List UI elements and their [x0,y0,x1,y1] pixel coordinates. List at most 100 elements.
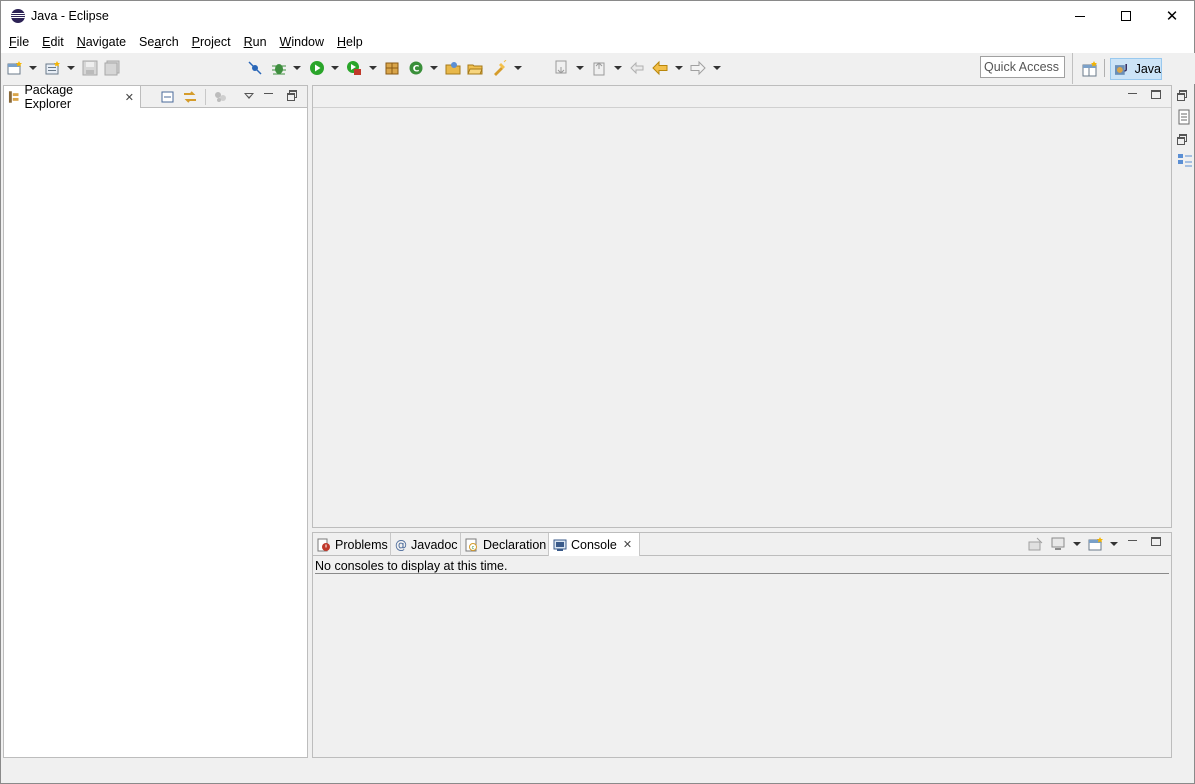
tab-package-explorer[interactable]: Package Explorer ✕ [4,83,141,111]
task-list-icon[interactable] [1177,109,1191,125]
forward-dropdown-arrow[interactable] [713,66,721,70]
menu-label-rest: ile [16,35,30,49]
menu-project[interactable]: Project [192,35,231,49]
open-folder-icon[interactable] [467,60,483,76]
new-wizard-icon[interactable] [7,60,23,76]
svg-text:C: C [413,65,420,75]
back-arrow-icon[interactable] [652,60,668,76]
window-title: Java - Eclipse [31,9,109,23]
run-external-tools-icon[interactable] [346,60,362,76]
pin-console-icon[interactable] [1028,537,1044,551]
tab-console[interactable]: Console ✕ [549,533,640,556]
svg-text:J: J [1124,63,1128,72]
link-with-editor-icon[interactable] [183,90,197,104]
menu-edit[interactable]: Edit [42,35,64,49]
open-console-icon[interactable] [1088,537,1104,551]
console-divider [315,573,1169,574]
new-java-package-icon[interactable] [384,60,400,76]
menu-window[interactable]: Window [280,35,324,49]
open-console-dropdown-arrow[interactable] [1110,542,1118,546]
editor-tabbar [313,86,1171,108]
declaration-icon: c [465,538,477,551]
menu-label-rest: rch [161,35,179,49]
save-all-icon[interactable] [104,60,120,76]
new-java-project-icon[interactable] [45,60,61,76]
eclipse-window: Java - Eclipse ✕ File Edit Navigate Sear… [0,0,1195,784]
eclipse-logo-icon [11,9,25,23]
last-edit-location-icon[interactable] [629,60,645,76]
java-perspective-icon: J [1115,63,1128,75]
menu-navigate[interactable]: Navigate [77,35,126,49]
close-tab-icon[interactable]: ✕ [125,91,134,104]
console-icon [553,539,567,551]
menu-label-rest: un [252,35,267,49]
bottom-panel-tabbar: Problems @ Javadoc c Declaration Console… [313,533,1171,556]
declaration-tab-label: Declaration [483,537,547,552]
close-console-tab-icon[interactable]: ✕ [623,538,632,551]
maximize-editor-icon[interactable] [1151,90,1161,99]
problems-icon [317,538,330,551]
editor-area [312,85,1172,528]
quick-access-input[interactable]: Quick Access [980,56,1065,78]
problems-tab-label: Problems [335,537,388,552]
run-icon[interactable] [309,60,325,76]
tab-declaration[interactable]: c Declaration [461,533,549,556]
console-empty-message: No consoles to display at this time. [315,559,508,573]
javadoc-at-icon: @ [395,537,407,552]
debug-dropdown-arrow[interactable] [293,66,301,70]
restore-view-icon[interactable] [287,90,297,101]
menu-label-rest: avigate [85,35,127,49]
console-tab-label: Console [571,537,617,552]
toolbar-separator [205,89,206,105]
title-bar: Java - Eclipse ✕ [1,1,1194,31]
back-dropdown-arrow[interactable] [675,66,683,70]
search-flashlight-icon[interactable] [492,60,508,76]
display-selected-console-icon[interactable] [1051,537,1067,551]
tab-problems[interactable]: Problems [313,533,391,556]
view-menu-icon[interactable] [244,93,254,99]
search-dropdown-arrow[interactable] [514,66,522,70]
minimize-panel-icon[interactable] [1128,539,1137,541]
display-console-dropdown-arrow[interactable] [1073,542,1081,546]
menu-file[interactable]: File [9,35,29,49]
run-dropdown-arrow[interactable] [331,66,339,70]
minimize-editor-icon[interactable] [1128,92,1137,94]
bottom-panel: Problems @ Javadoc c Declaration Console… [312,532,1172,758]
focus-on-active-task-icon[interactable] [214,90,228,104]
menu-run[interactable]: Run [244,35,267,49]
previous-annotation-icon[interactable] [591,60,607,76]
menu-label-mnemonic: W [279,35,292,49]
restore-trim-icon[interactable] [1177,90,1187,101]
menu-label-mnemonic: E [42,35,51,49]
menu-help[interactable]: Help [337,35,363,49]
java-perspective-button[interactable]: J Java [1110,58,1162,80]
new-java-class-icon[interactable]: C [408,60,424,76]
tab-javadoc[interactable]: @ Javadoc [391,533,461,556]
package-explorer-tabbar: Package Explorer ✕ [4,83,307,111]
maximize-panel-icon[interactable] [1151,537,1161,546]
new-dropdown-arrow[interactable] [29,66,37,70]
open-perspective-icon[interactable] [1082,61,1098,77]
package-explorer-tab-label: Package Explorer [24,83,74,111]
open-type-icon[interactable] [445,60,461,76]
next-annotation-dropdown-arrow[interactable] [576,66,584,70]
debug-icon[interactable] [271,60,287,76]
minimize-window-button[interactable] [1057,1,1103,31]
maximize-window-button[interactable] [1103,1,1149,31]
minimize-view-icon[interactable] [264,92,273,94]
save-icon[interactable] [82,60,98,76]
menu-search[interactable]: Search [139,35,179,49]
collapse-all-icon[interactable] [161,90,175,104]
new-class-dropdown-arrow[interactable] [430,66,438,70]
outline-icon[interactable] [1177,153,1193,169]
next-annotation-icon[interactable] [553,60,569,76]
skip-breakpoints-icon[interactable] [247,60,263,76]
close-window-button[interactable]: ✕ [1149,1,1195,31]
menu-label-mnemonic: F [9,35,17,49]
new-project-dropdown-arrow[interactable] [67,66,75,70]
package-explorer-icon [8,91,19,103]
previous-annotation-dropdown-arrow[interactable] [614,66,622,70]
restore-outline-trim-icon[interactable] [1177,134,1187,145]
external-tools-dropdown-arrow[interactable] [369,66,377,70]
forward-arrow-icon[interactable] [690,60,706,76]
